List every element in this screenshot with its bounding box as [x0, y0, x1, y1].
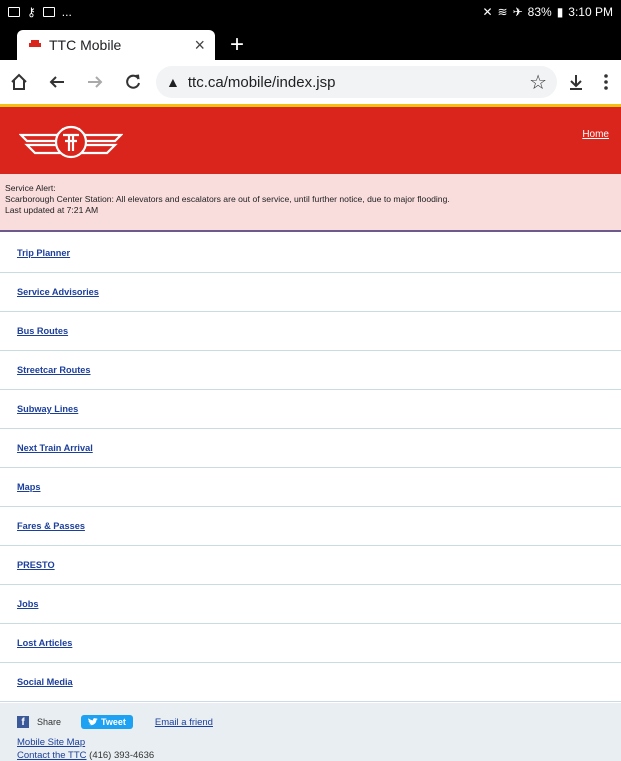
mute-icon: ✕: [482, 5, 493, 19]
menu-item-label[interactable]: Subway Lines: [17, 404, 78, 414]
share-row: f Share Tweet Email a friend: [17, 713, 621, 731]
twitter-bird-icon: [88, 718, 99, 726]
menu-item-fares-passes[interactable]: Fares & Passes: [0, 507, 621, 546]
menu-item-service-advisories[interactable]: Service Advisories: [0, 273, 621, 312]
contact-ttc-link[interactable]: Contact the TTC: [17, 750, 87, 761]
new-tab-button[interactable]: +: [222, 30, 252, 60]
menu-item-presto[interactable]: PRESTO: [0, 546, 621, 585]
browser-toolbar: ▲ ttc.ca/mobile/index.jsp ☆: [0, 60, 621, 104]
facebook-icon[interactable]: f: [17, 716, 29, 728]
url-text[interactable]: ttc.ca/mobile/index.jsp: [188, 74, 523, 91]
close-tab-icon[interactable]: ×: [194, 36, 205, 54]
site-footer: f Share Tweet Email a friend Mobile Site…: [0, 703, 621, 761]
browser-tab-strip: TTC Mobile × +: [0, 24, 621, 60]
forward-icon[interactable]: [76, 60, 114, 104]
tweet-label: Tweet: [101, 717, 126, 727]
gallery-notification-icon: [8, 7, 20, 17]
menu-item-label[interactable]: Service Advisories: [17, 287, 99, 297]
alert-title: Service Alert:: [5, 183, 56, 193]
menu-item-lost-articles[interactable]: Lost Articles: [0, 624, 621, 663]
battery-percent: 83%: [527, 5, 552, 19]
menu-item-label[interactable]: Social Media: [17, 677, 73, 687]
menu-item-label[interactable]: Fares & Passes: [17, 521, 85, 531]
reload-icon[interactable]: [114, 60, 152, 104]
menu-item-label[interactable]: Streetcar Routes: [17, 365, 91, 375]
battery-icon: ▮: [556, 5, 564, 19]
more-notifications-text: ...: [61, 5, 72, 19]
wifi-icon: ≋: [497, 5, 508, 19]
download-icon[interactable]: [561, 60, 591, 104]
ttc-logo-icon[interactable]: [18, 121, 124, 161]
contact-line: Contact the TTC (416) 393-4636: [17, 750, 621, 761]
menu-item-label[interactable]: Lost Articles: [17, 638, 72, 648]
menu-item-maps[interactable]: Maps: [0, 468, 621, 507]
contact-phone: (416) 393-4636: [86, 750, 155, 761]
menu-item-label[interactable]: Bus Routes: [17, 326, 68, 336]
not-secure-icon[interactable]: ▲: [166, 74, 180, 90]
menu-item-streetcar-routes[interactable]: Streetcar Routes: [0, 351, 621, 390]
menu-item-jobs[interactable]: Jobs: [0, 585, 621, 624]
email-friend-link[interactable]: Email a friend: [155, 717, 213, 728]
key-notification-icon: ⚷: [27, 5, 36, 19]
menu-item-label[interactable]: Maps: [17, 482, 41, 492]
menu-item-subway-lines[interactable]: Subway Lines: [0, 390, 621, 429]
menu-item-label[interactable]: Next Train Arrival: [17, 443, 93, 453]
alert-message: Scarborough Center Station: All elevator…: [5, 194, 450, 204]
address-bar[interactable]: ▲ ttc.ca/mobile/index.jsp ☆: [156, 66, 557, 98]
tab-title: TTC Mobile: [49, 37, 122, 53]
menu-item-next-train-arrival[interactable]: Next Train Arrival: [0, 429, 621, 468]
alert-updated: Last updated at 7:21 AM: [5, 205, 99, 215]
star-icon[interactable]: ☆: [529, 70, 547, 95]
menu-item-trip-planner[interactable]: Trip Planner: [0, 234, 621, 273]
menu-item-label[interactable]: Trip Planner: [17, 248, 70, 258]
home-icon[interactable]: [0, 60, 38, 104]
tweet-button[interactable]: Tweet: [81, 715, 133, 729]
facebook-share-button[interactable]: Share: [37, 717, 61, 727]
menu-item-social-media[interactable]: Social Media: [0, 663, 621, 702]
airplane-icon: ✈: [512, 5, 523, 19]
back-icon[interactable]: [38, 60, 76, 104]
more-menu-icon[interactable]: [591, 60, 621, 104]
home-link[interactable]: Home: [582, 129, 609, 140]
main-menu: Trip Planner Service Advisories Bus Rout…: [0, 234, 621, 702]
status-bar: ⚷ ... ✕ ≋ ✈ 83% ▮ 3:10 PM: [0, 0, 621, 24]
menu-item-label[interactable]: Jobs: [17, 599, 38, 609]
site-header: Home: [0, 107, 621, 174]
clock: 3:10 PM: [568, 5, 613, 19]
mail-notification-icon: [42, 7, 55, 17]
browser-tab[interactable]: TTC Mobile ×: [17, 30, 215, 60]
mobile-site-map-link[interactable]: Mobile Site Map: [17, 737, 621, 748]
service-alert: Service Alert: Scarborough Center Statio…: [0, 174, 621, 232]
menu-item-bus-routes[interactable]: Bus Routes: [0, 312, 621, 351]
menu-item-label[interactable]: PRESTO: [17, 560, 55, 570]
ttc-favicon-icon: [29, 40, 41, 47]
